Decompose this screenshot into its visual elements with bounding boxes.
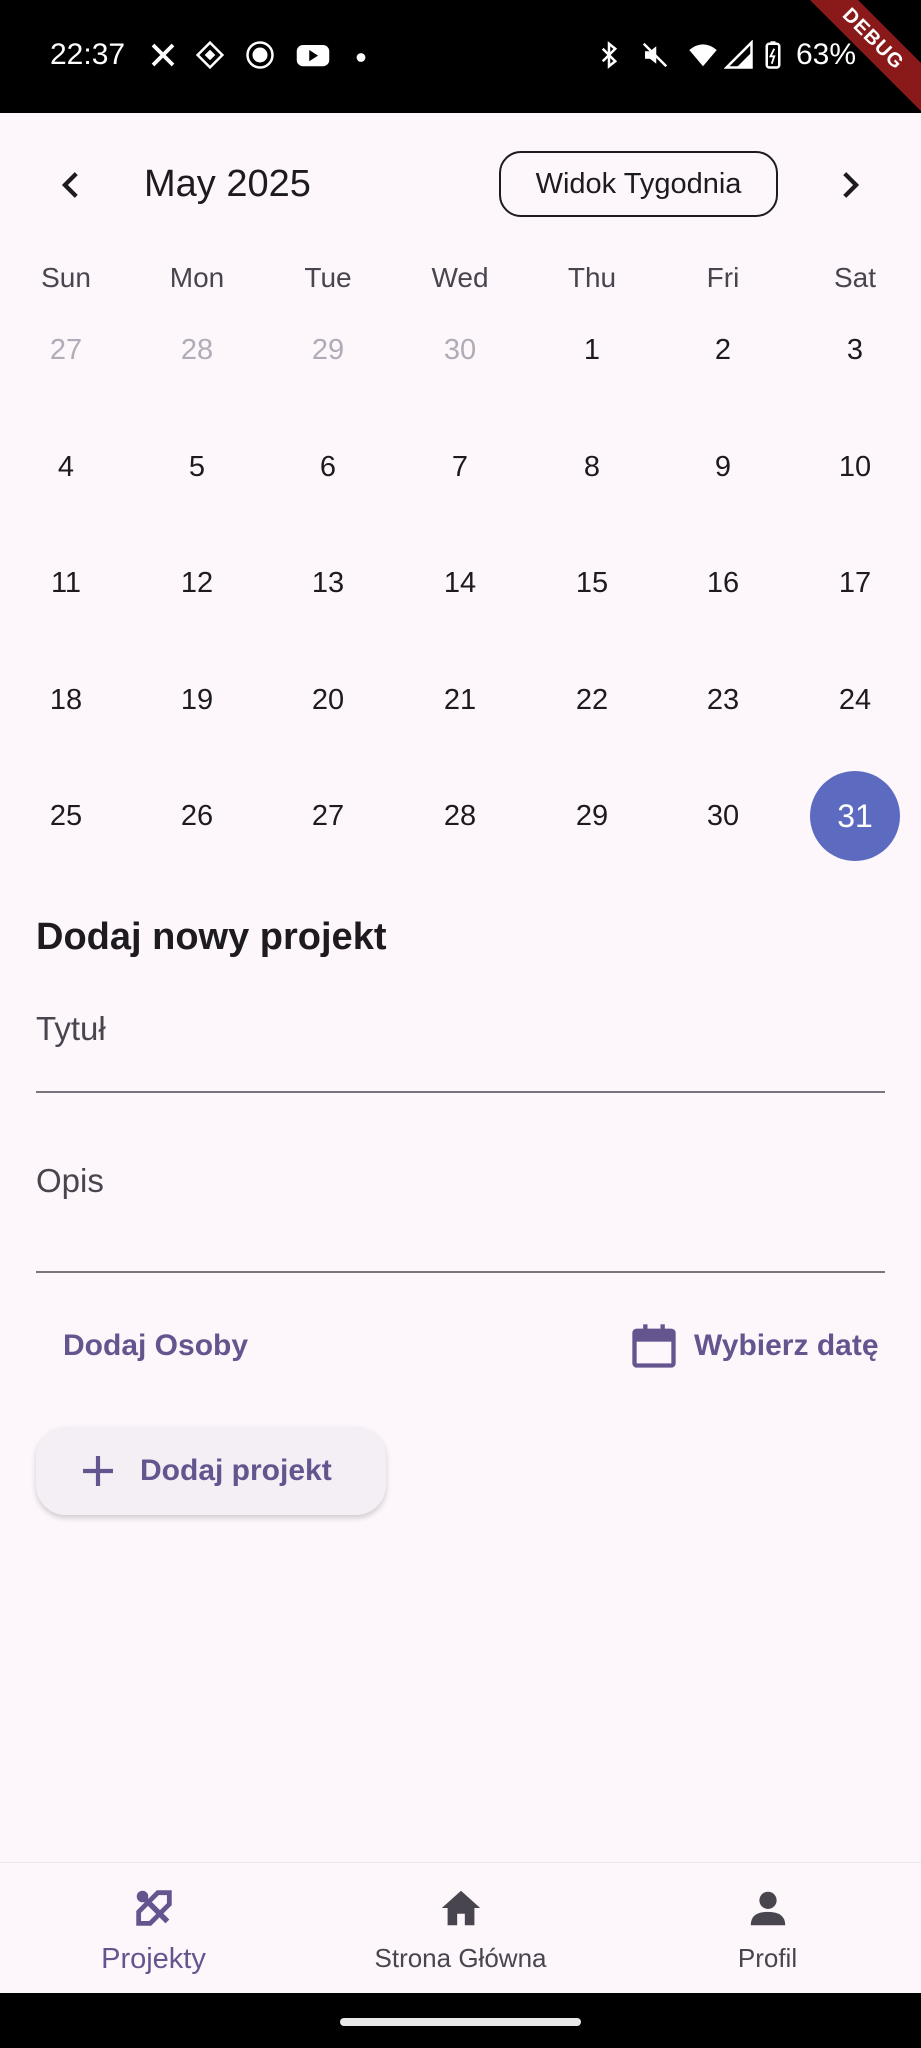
calendar-day[interactable]: 2 xyxy=(678,305,768,395)
form-title: Dodaj nowy projekt xyxy=(36,916,387,958)
title-field-label: Tytuł xyxy=(36,1010,106,1047)
calendar-day[interactable]: 30 xyxy=(415,305,505,395)
calendar-day-selected[interactable]: 31 xyxy=(810,771,900,861)
title-field-underline xyxy=(36,1091,885,1093)
next-month-button[interactable] xyxy=(819,155,879,215)
calendar-day[interactable]: 25 xyxy=(21,771,111,861)
battery-icon xyxy=(762,40,784,70)
calendar-day[interactable]: 26 xyxy=(152,771,242,861)
calendar-day[interactable]: 7 xyxy=(415,422,505,512)
chevron-right-icon xyxy=(843,172,860,198)
calendar-day[interactable]: 8 xyxy=(547,422,637,512)
bottom-navigation: Projekty Strona Główna Profil xyxy=(0,1862,921,1993)
nav-item-profil[interactable]: Profil xyxy=(614,1863,921,1994)
badge-63-icon xyxy=(245,40,275,70)
nav-label-profil: Profil xyxy=(737,1943,798,1973)
add-people-button[interactable]: Dodaj Osoby xyxy=(63,1329,248,1363)
weekday-label: Sat xyxy=(833,262,877,293)
calendar-day[interactable]: 22 xyxy=(547,655,637,745)
calendar-day[interactable]: 29 xyxy=(283,305,373,395)
previous-month-button[interactable] xyxy=(42,155,102,215)
month-title: May 2025 xyxy=(144,163,311,205)
weekday-label: Thu xyxy=(567,262,617,293)
calendar-day[interactable]: 3 xyxy=(810,305,900,395)
chevron-left-icon xyxy=(61,172,78,198)
description-field[interactable]: Opis xyxy=(36,1162,885,1273)
calendar-icon xyxy=(632,1324,676,1368)
pick-date-button[interactable]: Wybierz datę xyxy=(628,1316,879,1376)
weekday-label: Fri xyxy=(706,262,740,293)
weekday-label: Sun xyxy=(41,262,91,293)
nav-item-projekty[interactable]: Projekty xyxy=(0,1863,307,1994)
calendar-day[interactable]: 24 xyxy=(810,655,900,745)
calendar-day[interactable]: 11 xyxy=(21,538,111,628)
grid-app-icon xyxy=(195,40,225,70)
tools-icon xyxy=(135,1890,172,1926)
calendar-header: May 2025 Widok Tygodnia xyxy=(0,145,921,225)
gesture-handle[interactable] xyxy=(340,2018,581,2026)
signal-icon xyxy=(724,40,754,70)
add-project-label: Dodaj projekt xyxy=(140,1454,332,1487)
calendar-day[interactable]: 17 xyxy=(810,538,900,628)
calendar-day[interactable]: 10 xyxy=(810,422,900,512)
person-icon xyxy=(750,1891,785,1926)
calendar-day[interactable]: 13 xyxy=(283,538,373,628)
calendar-day[interactable]: 21 xyxy=(415,655,505,745)
calendar-day[interactable]: 23 xyxy=(678,655,768,745)
calendar-day[interactable]: 27 xyxy=(283,771,373,861)
calendar-day[interactable]: 5 xyxy=(152,422,242,512)
calendar-day[interactable]: 29 xyxy=(547,771,637,861)
mute-icon xyxy=(640,40,670,70)
status-time: 22:37 xyxy=(50,38,126,71)
plus-icon xyxy=(83,1456,113,1486)
description-field-label: Opis xyxy=(36,1162,104,1199)
calendar-day[interactable]: 15 xyxy=(547,538,637,628)
wifi-icon xyxy=(688,40,718,70)
calendar-day[interactable]: 4 xyxy=(21,422,111,512)
calendar-day[interactable]: 1 xyxy=(547,305,637,395)
calendar-day[interactable]: 28 xyxy=(415,771,505,861)
bluetooth-icon xyxy=(594,40,624,70)
nav-item-strona-glowna[interactable]: Strona Główna xyxy=(307,1863,614,1994)
battery-percent: 63% xyxy=(796,38,857,71)
app-screen: 22:37 63% DEBUG May 2025 Widok Tygodnia … xyxy=(0,0,921,2048)
weekday-label: Wed xyxy=(431,262,489,293)
calendar-day[interactable]: 16 xyxy=(678,538,768,628)
add-project-button[interactable]: Dodaj projekt xyxy=(36,1427,386,1515)
calendar-day[interactable]: 28 xyxy=(152,305,242,395)
nav-label-strona-glowna: Strona Główna xyxy=(374,1943,547,1973)
week-view-button[interactable]: Widok Tygodnia xyxy=(499,151,778,217)
calendar-day[interactable]: 20 xyxy=(283,655,373,745)
status-bar: 22:37 63% DEBUG xyxy=(0,0,921,129)
pick-date-label: Wybierz datę xyxy=(694,1329,879,1362)
weekday-label: Tue xyxy=(304,262,352,293)
youtube-icon xyxy=(295,40,331,70)
calendar-day[interactable]: 27 xyxy=(21,305,111,395)
weekday-label: Mon xyxy=(169,262,225,293)
nav-label-projekty: Projekty xyxy=(101,1943,206,1975)
title-field[interactable]: Tytuł xyxy=(36,1010,885,1093)
calendar-day[interactable]: 6 xyxy=(283,422,373,512)
calendar-day[interactable]: 12 xyxy=(152,538,242,628)
calendar-day[interactable]: 30 xyxy=(678,771,768,861)
description-field-underline xyxy=(36,1271,885,1273)
x-icon xyxy=(148,40,178,70)
calendar-day[interactable]: 14 xyxy=(415,538,505,628)
dot-icon xyxy=(354,40,368,70)
calendar-day[interactable]: 9 xyxy=(678,422,768,512)
home-icon xyxy=(441,1890,480,1926)
calendar-day[interactable]: 18 xyxy=(21,655,111,745)
calendar-day[interactable]: 19 xyxy=(152,655,242,745)
